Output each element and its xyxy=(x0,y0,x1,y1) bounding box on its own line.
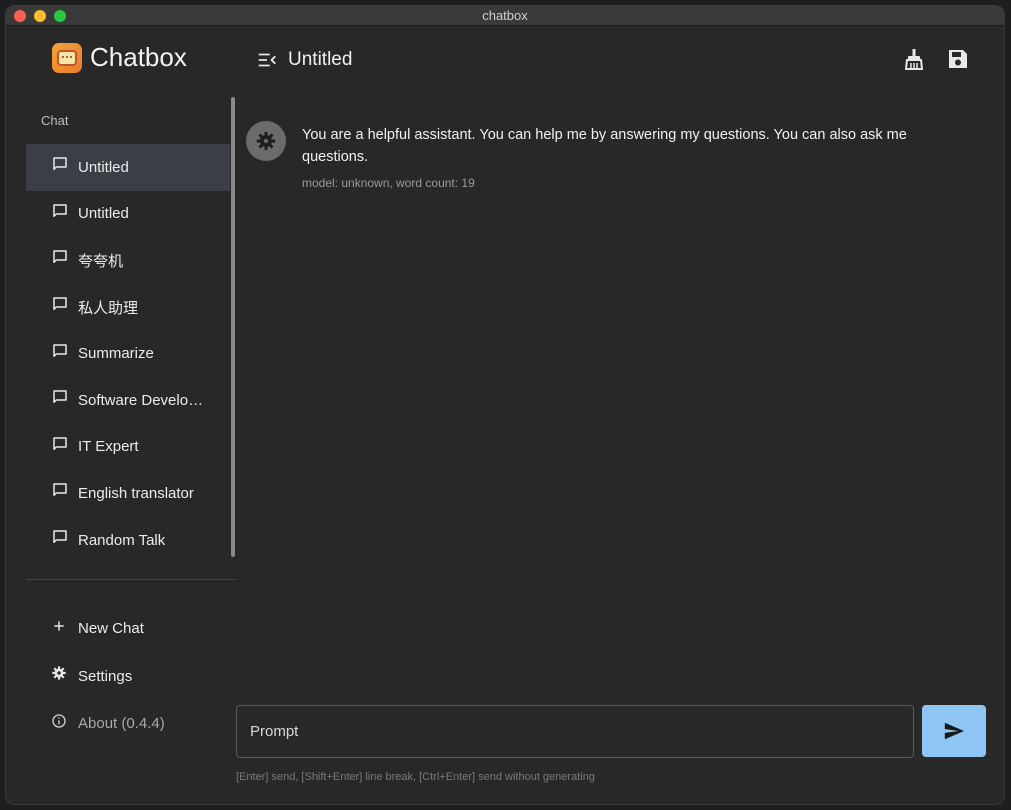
menu-collapse-icon[interactable] xyxy=(256,49,278,71)
message-meta: model: unknown, word count: 19 xyxy=(302,176,475,190)
chat-item-label: Untitled xyxy=(78,205,129,223)
send-button[interactable] xyxy=(922,705,986,757)
close-window-button[interactable] xyxy=(14,10,26,22)
new-chat-label: New Chat xyxy=(78,620,144,638)
system-avatar xyxy=(246,121,286,161)
sidebar-divider xyxy=(26,579,236,580)
chat-bubble-icon xyxy=(53,157,67,171)
new-chat-button[interactable]: New Chat xyxy=(26,605,230,653)
chat-item-it-expert[interactable]: IT Expert xyxy=(26,424,230,471)
send-icon xyxy=(944,722,965,740)
clean-broom-icon[interactable] xyxy=(902,47,926,71)
chat-bubble-icon xyxy=(53,437,67,450)
chat-item-label: English translator xyxy=(78,484,194,502)
composer-hint: [Enter] send, [Shift+Enter] line break, … xyxy=(236,771,595,783)
gear-icon xyxy=(52,666,66,680)
sidebar-bottom-nav: New Chat Settings About (0.4.4) xyxy=(26,605,230,748)
settings-label: Settings xyxy=(78,667,133,685)
chat-item-kuakuaji[interactable]: 夸夸机 xyxy=(26,237,230,284)
page-title: Untitled xyxy=(288,49,353,70)
chat-item-label: 私人助理 xyxy=(78,299,139,317)
chat-item-untitled-1[interactable]: Untitled xyxy=(26,144,230,191)
message-text: You are a helpful assistant. You can hel… xyxy=(302,127,907,165)
prompt-input[interactable] xyxy=(237,706,913,757)
sidebar: Chatbox Chat Untitled Untitled 夸夸机 私人助理 xyxy=(6,27,236,804)
chat-item-label: 夸夸机 xyxy=(78,252,124,270)
plus-icon xyxy=(54,621,64,631)
gear-icon xyxy=(256,131,276,151)
chat-bubble-icon xyxy=(53,250,67,264)
chat-bubble-icon xyxy=(53,297,67,311)
chat-item-personal-assistant[interactable]: 私人助理 xyxy=(26,284,230,331)
chat-item-label: Summarize xyxy=(78,345,154,363)
chat-item-random-talk[interactable]: Random Talk xyxy=(26,517,230,564)
brand-name: Chatbox xyxy=(90,42,187,72)
app-window: chatbox Chatbox Chat Untitled Untitled 夸… xyxy=(5,5,1005,805)
window-title: chatbox xyxy=(482,8,528,23)
chat-bubble-icon xyxy=(53,483,67,497)
chat-bubble-icon xyxy=(53,390,67,404)
chat-bubble-icon xyxy=(53,530,67,544)
chat-item-english-translator[interactable]: English translator xyxy=(26,470,230,517)
chat-list-scrollbar[interactable] xyxy=(231,97,235,557)
chat-item-software-developer[interactable]: Software Developer xyxy=(26,377,230,424)
chat-bubble-icon xyxy=(53,343,67,357)
chat-item-label: Software Developer xyxy=(78,391,208,409)
brand: Chatbox xyxy=(52,42,187,73)
chat-header: Untitled xyxy=(256,47,996,75)
prompt-box xyxy=(236,705,914,758)
minimize-window-button[interactable] xyxy=(34,10,46,22)
chat-section-label: Chat xyxy=(41,113,69,128)
chat-item-label: Random Talk xyxy=(78,531,166,549)
maximize-window-button[interactable] xyxy=(54,10,66,22)
chat-item-label: IT Expert xyxy=(78,438,139,456)
about-button[interactable]: About (0.4.4) xyxy=(26,700,230,748)
chatbox-logo-icon xyxy=(52,42,82,73)
save-icon[interactable] xyxy=(946,47,970,71)
chat-bubble-icon xyxy=(53,204,67,217)
title-bar: chatbox xyxy=(6,6,1004,26)
chat-item-untitled-2[interactable]: Untitled xyxy=(26,191,230,238)
settings-button[interactable]: Settings xyxy=(26,653,230,701)
chat-item-label: Untitled xyxy=(78,158,129,176)
about-label: About (0.4.4) xyxy=(78,715,165,733)
chat-item-summarize[interactable]: Summarize xyxy=(26,330,230,377)
info-icon xyxy=(52,714,66,728)
chat-list: Untitled Untitled 夸夸机 私人助理 Summarize Sof… xyxy=(26,144,230,563)
